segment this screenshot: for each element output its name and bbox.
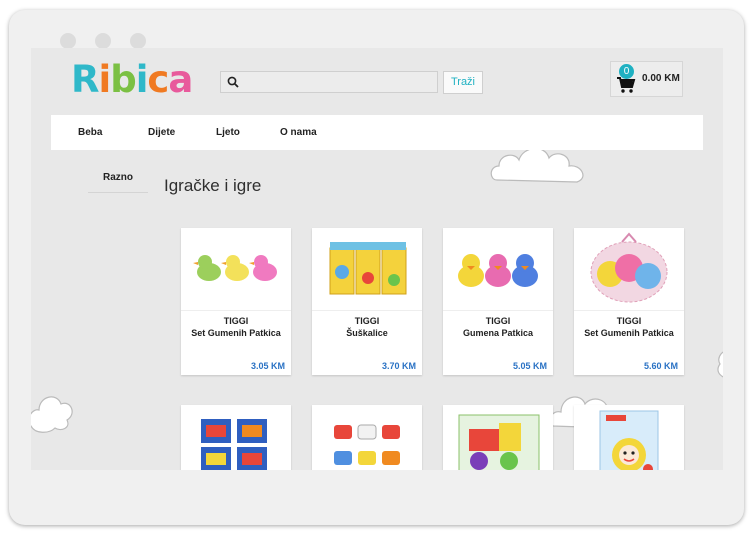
window-dot-icon (95, 33, 111, 49)
main-nav: Beba Dijete Ljeto O nama (51, 115, 703, 150)
product-name[interactable]: Šuškalice (312, 328, 422, 338)
window-dot-icon (60, 33, 76, 49)
product-image (312, 242, 422, 311)
cart-total: 0.00 KM (642, 73, 680, 84)
search-input[interactable] (220, 71, 438, 93)
product-price: 5.60 KM (643, 361, 678, 371)
nav-item-ljeto[interactable]: Ljeto (216, 115, 240, 150)
page-title: Igračke i igre (164, 176, 262, 195)
product-image (201, 419, 267, 470)
nav-item-dijete[interactable]: Dijete (148, 115, 175, 150)
product-price: 3.05 KM (250, 361, 285, 371)
product-card[interactable]: TIGGI Set Gumenih Patkica 5.60 KM (574, 228, 684, 375)
product-card[interactable] (181, 405, 291, 470)
logo-letter: c (147, 58, 169, 101)
page-viewport: Ribica Traži 0 0.00 KM Beba Dijete Ljeto… (31, 48, 723, 470)
shopping-cart-icon (617, 77, 636, 93)
sidebar-item-razno[interactable]: Razno (88, 171, 148, 193)
product-price: 3.70 KM (381, 361, 416, 371)
product-image (443, 254, 553, 311)
product-brand: TIGGI (354, 316, 380, 326)
product-card[interactable]: TIGGI Set Gumenih Patkica 3.05 KM (181, 228, 291, 375)
product-image (181, 255, 291, 311)
product-card[interactable] (574, 405, 684, 470)
product-card[interactable] (312, 405, 422, 470)
product-brand: TIGGI (485, 316, 511, 326)
product-image (599, 410, 659, 470)
product-image (574, 232, 684, 311)
product-price: 5.05 KM (512, 361, 547, 371)
search-button[interactable]: Traži (443, 71, 483, 94)
product-card[interactable]: TIGGI Šuškalice 3.70 KM (312, 228, 422, 375)
logo-letter: i (135, 58, 149, 101)
product-card[interactable] (443, 405, 553, 470)
logo-letter: b (110, 58, 136, 101)
product-image (334, 424, 400, 465)
logo[interactable]: Ribica (71, 58, 193, 101)
cart-button[interactable]: 0 0.00 KM (610, 61, 683, 97)
logo-letter: a (168, 58, 193, 101)
product-name[interactable]: Gumena Patkica (443, 328, 553, 338)
product-name[interactable]: Set Gumenih Patkica (574, 328, 684, 338)
product-card[interactable]: TIGGI Gumena Patkica 5.05 KM (443, 228, 553, 375)
cloud-icon (717, 351, 723, 378)
search-icon (227, 76, 239, 88)
nav-item-o-nama[interactable]: O nama (280, 115, 317, 150)
product-image (458, 414, 540, 470)
nav-item-beba[interactable]: Beba (78, 115, 102, 150)
product-brand: TIGGI (616, 316, 642, 326)
logo-letter: R (71, 58, 99, 101)
cloud-icon (31, 396, 73, 433)
product-name[interactable]: Set Gumenih Patkica (181, 328, 291, 338)
product-brand: TIGGI (223, 316, 249, 326)
window-dot-icon (130, 33, 146, 49)
logo-letter: i (98, 58, 112, 101)
